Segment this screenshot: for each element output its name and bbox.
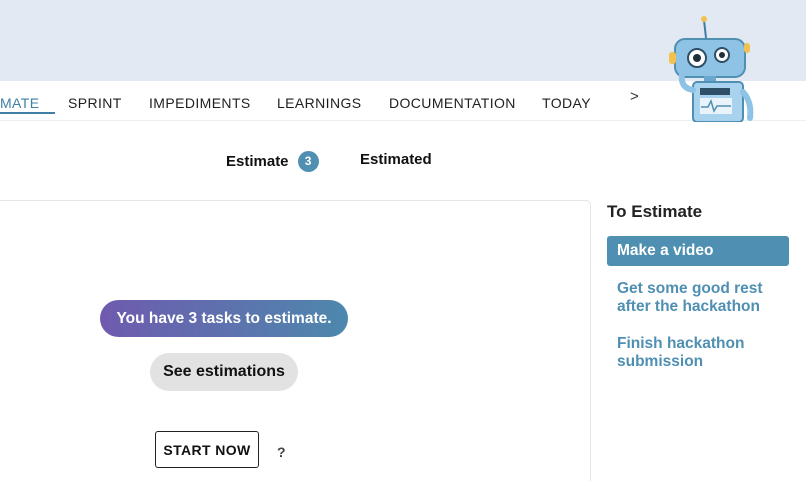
task-item-get-good-rest[interactable]: Get some good rest after the hackathon — [607, 280, 789, 316]
tab-estimate[interactable]: Estimate 3 — [226, 151, 319, 172]
start-now-button[interactable]: START NOW — [155, 431, 259, 468]
tab-estimated[interactable]: Estimated — [360, 151, 432, 168]
active-tab-underline — [0, 112, 55, 114]
robot-mascot-icon — [669, 16, 754, 122]
nav-item-learnings[interactable]: LEARNINGS — [277, 95, 362, 111]
estimate-tabs: Estimate 3 Estimated — [0, 151, 806, 173]
count-badge: 3 — [297, 151, 319, 172]
help-icon[interactable]: ? — [277, 444, 286, 460]
tab-estimate-label: Estimate — [226, 153, 289, 170]
tasks-to-estimate-message: You have 3 tasks to estimate. — [100, 300, 348, 337]
nav-item-documentation[interactable]: DOCUMENTATION — [389, 95, 516, 111]
nav-item-estimate[interactable]: MATE — [0, 95, 39, 111]
nav-item-impediments[interactable]: IMPEDIMENTS — [149, 95, 251, 111]
estimation-panel — [0, 200, 591, 481]
nav-item-sprint[interactable]: SPRINT — [68, 95, 122, 111]
chevron-right-icon[interactable]: > — [630, 88, 639, 105]
see-estimations-button[interactable]: See estimations — [150, 353, 298, 391]
task-item-make-a-video[interactable]: Make a video — [607, 236, 789, 266]
nav-item-today[interactable]: TODAY — [542, 95, 591, 111]
sidebar-title: To Estimate — [607, 202, 703, 221]
task-item-finish-submission[interactable]: Finish hackathon submission — [607, 335, 789, 371]
